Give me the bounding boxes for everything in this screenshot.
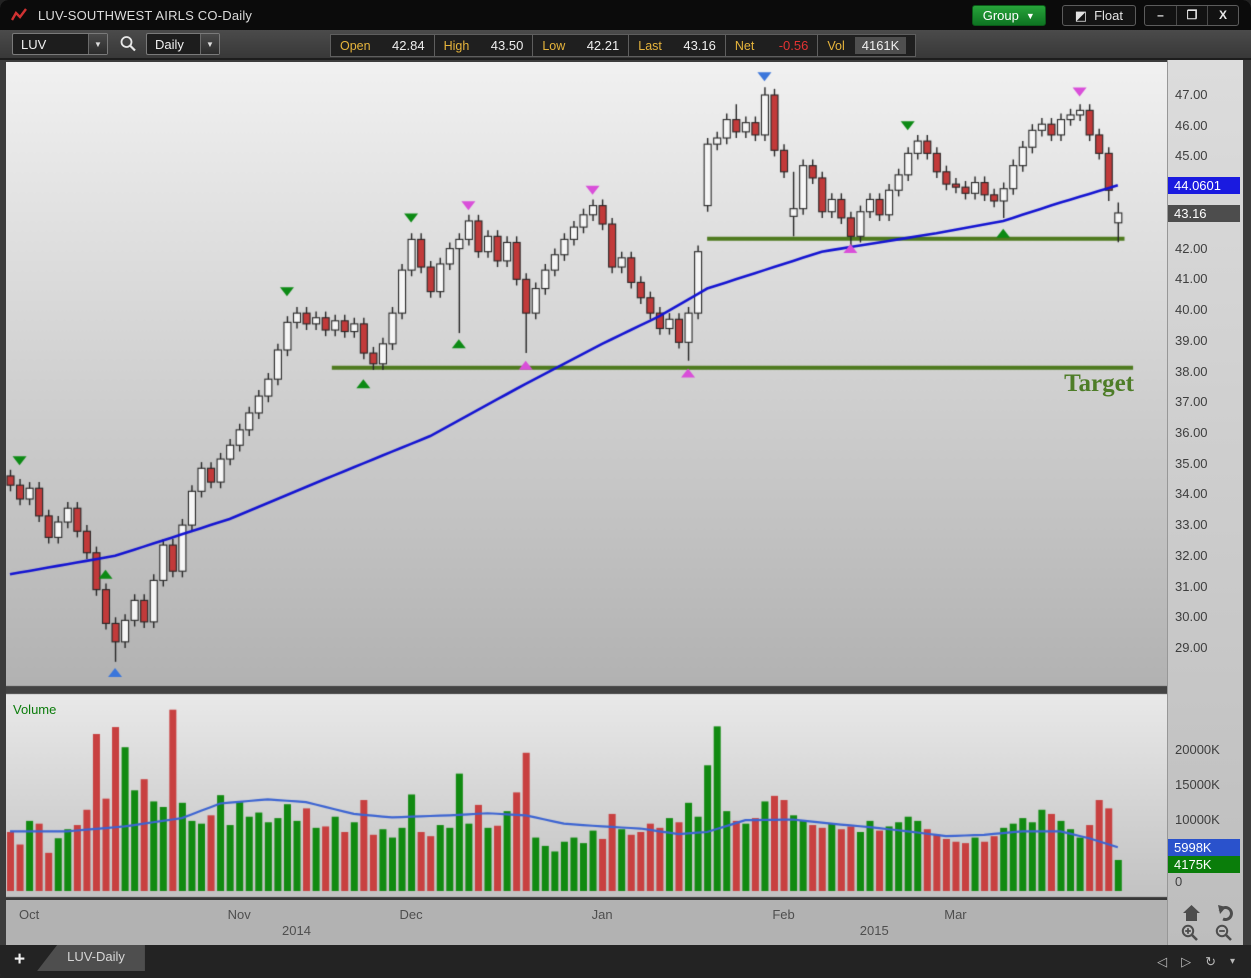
- symbol-combo[interactable]: LUV ▼: [12, 33, 108, 55]
- price-axis-label: 34.00: [1175, 486, 1208, 502]
- volume-axis-label: 10000K: [1175, 811, 1220, 827]
- refresh-icon[interactable]: ↻: [1205, 954, 1216, 970]
- group-button[interactable]: Group ▼: [971, 4, 1046, 26]
- price-axis-label: 40.00: [1175, 302, 1208, 318]
- chevron-down-icon[interactable]: ▼: [88, 34, 107, 54]
- month-label: Jan: [591, 907, 613, 922]
- price-axis-label: 32.00: [1175, 547, 1208, 563]
- quote-net: Net -0.56: [724, 35, 817, 56]
- month-label: Oct: [18, 907, 40, 922]
- chevron-down-icon: ▼: [1025, 10, 1035, 21]
- quote-vol: Vol 4161K: [817, 35, 915, 56]
- period-combo[interactable]: Daily ▼: [146, 33, 220, 55]
- price-volume-chart[interactable]: [6, 62, 1167, 900]
- app-window: LUV-SOUTHWEST AIRLS CO-Daily Group ▼ ◩ F…: [0, 0, 1251, 978]
- ma-value-badge: 44.0601: [1168, 177, 1240, 195]
- float-button[interactable]: ◩ Float: [1061, 4, 1136, 26]
- price-axis[interactable]: 47.0046.0045.0044.0043.0042.0041.0040.00…: [1167, 60, 1243, 945]
- search-button[interactable]: [116, 33, 140, 55]
- target-annotation: Target: [1064, 370, 1134, 397]
- price-axis-label: 47.00: [1175, 87, 1208, 102]
- price-axis-label: 36.00: [1175, 424, 1208, 440]
- price-axis-label: 33.00: [1175, 517, 1208, 533]
- price-axis-label: 31.00: [1175, 578, 1208, 594]
- chart-region: Volume Target 47.0046.0045.0044.0043.004…: [0, 60, 1251, 945]
- month-label: Nov: [227, 907, 251, 922]
- time-axis[interactable]: Oct Nov Dec Jan Feb Mar 2014 2015: [6, 898, 1167, 945]
- price-axis-label: 37.00: [1175, 394, 1208, 410]
- tab-menu-icon[interactable]: ▾: [1230, 956, 1235, 967]
- prev-chart-button[interactable]: ◁: [1157, 954, 1167, 970]
- next-chart-button[interactable]: ▷: [1181, 954, 1191, 970]
- quote-open: Open 42.84: [340, 38, 425, 53]
- price-axis-label: 39.00: [1175, 332, 1208, 348]
- volume-axis-label: 0: [1175, 874, 1183, 889]
- minimize-button[interactable]: –: [1145, 6, 1176, 25]
- zoom-out-icon[interactable]: [1215, 924, 1233, 942]
- search-icon: [120, 36, 136, 52]
- last-price-badge: 43.16: [1168, 204, 1240, 222]
- volume-axis-label: 20000K: [1175, 742, 1220, 757]
- close-button[interactable]: X: [1207, 5, 1238, 25]
- price-axis-label: 45.00: [1175, 148, 1208, 164]
- volume-ma-badge: 5998K: [1168, 839, 1240, 856]
- tab-bar: + LUV-Daily ◁ ▷ ↻ ▾: [0, 945, 1251, 978]
- toolbar: LUV ▼ Daily ▼ Open 42.84 High 43.50 Low: [0, 30, 1251, 60]
- month-label: Mar: [944, 907, 967, 922]
- price-axis-label: 41.00: [1175, 271, 1208, 287]
- quote-high: High 43.50: [433, 35, 533, 56]
- tab-luv-daily[interactable]: LUV-Daily: [37, 945, 145, 971]
- window-title: LUV-SOUTHWEST AIRLS CO-Daily: [38, 7, 253, 23]
- year-label: 2014: [282, 923, 311, 938]
- home-icon[interactable]: [1183, 905, 1200, 921]
- float-icon: ◩: [1074, 7, 1088, 23]
- volume-last-badge: 4175K: [1168, 856, 1240, 873]
- volume-pane-label: Volume: [13, 702, 57, 717]
- chart-nav-icons: [1175, 905, 1245, 945]
- maximize-button[interactable]: ❐: [1176, 5, 1207, 25]
- chevron-down-icon[interactable]: ▼: [200, 34, 219, 54]
- add-tab-button[interactable]: +: [14, 949, 25, 971]
- price-axis-label: 46.00: [1175, 117, 1208, 133]
- month-label: Dec: [399, 907, 423, 922]
- quote-last: Last 43.16: [628, 35, 725, 56]
- title-bar: LUV-SOUTHWEST AIRLS CO-Daily Group ▼ ◩ F…: [0, 0, 1251, 30]
- zoom-in-icon[interactable]: [1181, 924, 1199, 942]
- price-axis-label: 30.00: [1175, 609, 1208, 625]
- price-axis-label: 38.00: [1175, 363, 1208, 379]
- quote-bar: Open 42.84 High 43.50 Low 42.21 Last 43.…: [330, 34, 917, 57]
- chart-logo-icon: [11, 8, 27, 21]
- price-axis-label: 35.00: [1175, 455, 1208, 471]
- quote-low: Low 42.21: [532, 35, 628, 56]
- price-axis-label: 42.00: [1175, 240, 1208, 256]
- price-axis-label: 29.00: [1175, 640, 1208, 655]
- month-label: Feb: [772, 907, 795, 922]
- undo-icon[interactable]: [1217, 905, 1234, 921]
- year-label: 2015: [859, 923, 889, 938]
- volume-axis-label: 15000K: [1175, 776, 1220, 792]
- window-controls: – ❐ X: [1144, 4, 1239, 26]
